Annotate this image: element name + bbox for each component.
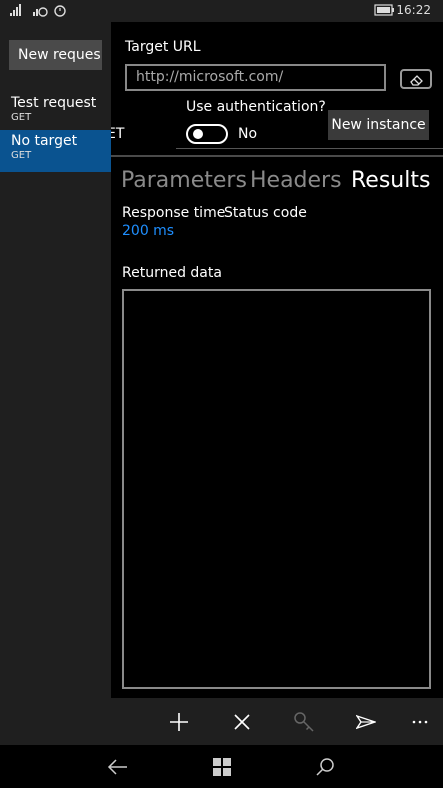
header-divider-top	[176, 148, 443, 149]
search-button[interactable]	[305, 745, 345, 788]
use-auth-label: Use authentication?	[186, 99, 326, 115]
alarm-icon	[54, 5, 66, 17]
new-request-button[interactable]: New reques	[9, 40, 102, 70]
list-item-no-target[interactable]: No target GET	[0, 130, 111, 172]
start-button[interactable]	[202, 745, 242, 788]
windows-icon	[213, 757, 231, 776]
status-code-label: Status code	[224, 205, 307, 221]
clear-url-button[interactable]	[400, 69, 432, 89]
status-bar: 16:22	[0, 0, 443, 22]
signal-icon	[10, 4, 21, 16]
auth-toggle[interactable]	[186, 124, 228, 144]
header-divider	[111, 155, 443, 157]
close-icon	[234, 713, 250, 730]
auth-toggle-state: No	[238, 126, 258, 142]
target-url-input[interactable]: http://microsoft.com/	[125, 64, 386, 91]
list-item-method: GET	[11, 112, 32, 123]
add-button[interactable]	[159, 698, 199, 745]
key-icon	[294, 711, 314, 732]
response-time-value: 200 ms	[122, 223, 175, 239]
returned-data-box[interactable]	[122, 289, 431, 689]
battery-icon	[374, 4, 394, 16]
new-instance-button[interactable]: New instance	[328, 110, 429, 140]
add-icon	[170, 712, 188, 731]
eraser-icon	[410, 75, 423, 86]
search-icon	[316, 757, 334, 776]
back-button[interactable]	[98, 745, 138, 788]
tab-headers[interactable]: Headers	[250, 168, 342, 193]
list-item-title: No target	[11, 133, 78, 149]
auth-key-button[interactable]	[284, 698, 324, 745]
more-button[interactable]	[400, 698, 440, 745]
more-icon	[412, 720, 428, 723]
returned-data-label: Returned data	[122, 265, 222, 281]
system-nav-bar	[0, 745, 443, 788]
send-button[interactable]	[346, 698, 386, 745]
delete-button[interactable]	[222, 698, 262, 745]
list-item-title: Test request	[11, 95, 97, 111]
roaming-signal-icon	[33, 7, 48, 17]
clock: 16:22	[396, 3, 431, 17]
toggle-knob	[193, 129, 203, 139]
list-item-method: GET	[11, 150, 32, 161]
list-item-test-request[interactable]: Test request GET	[0, 92, 111, 134]
tab-results[interactable]: Results	[351, 168, 430, 193]
target-url-label: Target URL	[125, 39, 201, 55]
back-icon	[107, 758, 127, 775]
send-icon	[356, 714, 376, 729]
response-time-label: Response time	[122, 205, 226, 221]
tab-parameters[interactable]: Parameters	[121, 168, 247, 193]
app-bar	[0, 698, 443, 745]
